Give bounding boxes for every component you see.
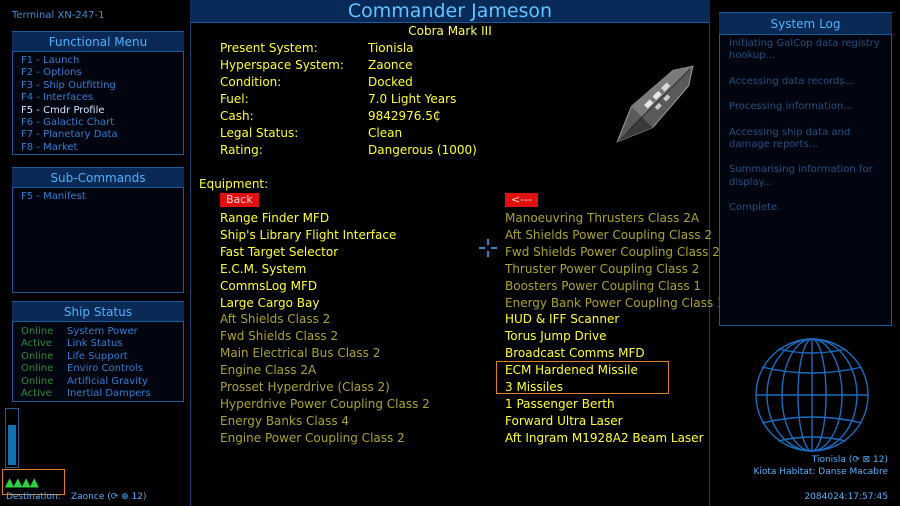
back-button[interactable]: Back (220, 193, 259, 207)
equipment-heading: Equipment: (199, 177, 269, 191)
destination-label: Destination: (6, 492, 61, 502)
status-state: Online (21, 363, 54, 375)
equipment-item: Torus Jump Drive (505, 329, 607, 344)
energy-gauge-fill (8, 425, 16, 465)
info-value: 9842976.5₵ (368, 109, 441, 123)
ship-status-title: Ship Status (12, 301, 184, 322)
status-state: Active (21, 388, 52, 400)
menu-item[interactable]: F1 - Launch (21, 55, 175, 67)
equipment-item: Energy Banks Class 4 (220, 413, 350, 428)
equipment-item: Engine Class 2A (220, 363, 317, 378)
system-log-title: System Log (719, 12, 892, 35)
status-row: Online Enviro Controls (21, 363, 175, 375)
status-name: System Power (67, 326, 138, 337)
equipment-item: Range Finder MFD (220, 211, 330, 225)
log-entry: Initiating GalCop data registry hookup..… (729, 38, 880, 62)
status-state: Online (21, 375, 54, 387)
globe-icon (755, 338, 869, 452)
equipment-item: E.C.M. System (220, 261, 307, 276)
equipment-item: Broadcast Comms MFD (505, 346, 645, 361)
missile-arrows-icon: ▲▲▲▲ (5, 475, 39, 489)
log-entry: Processing information... (729, 101, 853, 113)
info-value: Dangerous (1000) (368, 143, 477, 157)
crosshair-cursor-icon (479, 239, 497, 257)
page-title: Commander Jameson (190, 0, 710, 23)
log-entry: Accessing data records... (729, 75, 855, 87)
menu-item[interactable]: F7 - Planetary Data (21, 129, 175, 141)
functional-menu-title: Functional Menu (12, 31, 184, 52)
previous-page-button[interactable]: <--- (505, 193, 539, 207)
equipment-item: HUD & IFF Scanner (505, 312, 620, 327)
equipment-item: Fast Target Selector (220, 244, 339, 259)
menu-item[interactable]: F2 - Options (21, 67, 175, 79)
info-value: Clean (368, 126, 403, 140)
info-label: Cash: (220, 109, 254, 123)
status-row: Online Life Support (21, 351, 175, 363)
info-label: Present System: (220, 41, 318, 55)
equipment-item: Aft Shields Class 2 (220, 312, 331, 327)
menu-item[interactable]: F5 - Cmdr Profile (21, 105, 175, 117)
menu-item[interactable]: F8 - Market (21, 142, 175, 154)
ship-status: Online System Power Active Link Status Onlin… (12, 321, 184, 402)
info-label: Fuel: (220, 92, 249, 106)
ship-model-image (616, 65, 694, 143)
equipment-item: Aft Ingram M1928A2 Beam Laser (505, 430, 704, 445)
status-row: Active Inertial Dampers (21, 388, 175, 400)
status-row: Online Artificial Gravity (21, 376, 175, 388)
equipment-item: Large Cargo Bay (220, 295, 320, 310)
destination-value: Zaonce (⟳ ⊕ 12) (71, 492, 147, 502)
log-entry: Summarising information for display... (729, 164, 873, 188)
equipment-item: Engine Power Coupling Class 2 (220, 430, 405, 445)
location-system: Tionisla (⟳ ⊠ 12) (811, 455, 888, 465)
info-value: Docked (368, 75, 413, 89)
terminal-id: Terminal XN-247-1 (12, 10, 105, 21)
status-state: Online (21, 350, 54, 362)
status-row: Active Link Status (21, 338, 175, 350)
equipment-item: Energy Bank Power Coupling Class 1 (505, 295, 725, 310)
equipment-item: Ship's Library Flight Interface (220, 227, 397, 242)
equipment-item: Fwd Shields Class 2 (220, 329, 339, 344)
status-state: Online (21, 326, 54, 337)
status-state: Active (21, 338, 52, 350)
menu-item[interactable]: F3 - Ship Outfitting (21, 80, 175, 92)
status-name: Life Support (67, 350, 128, 362)
info-label: Condition: (220, 75, 282, 89)
sub-command-item[interactable]: F5 - Manifest (21, 191, 175, 203)
info-label: Hyperspace System: (220, 58, 344, 72)
status-name: Inertial Dampers (67, 388, 151, 400)
info-value: 7.0 Light Years (368, 92, 457, 106)
equipment-item: Main Electrical Bus Class 2 (220, 346, 381, 361)
equipment-item: 1 Passenger Berth (505, 396, 615, 411)
status-row: Online System Power (21, 326, 175, 338)
equipment-item: Fwd Shields Power Coupling Class 2 (505, 244, 720, 259)
functional-menu: F1 - Launch F2 - Options F3 - Ship Outfitt… (12, 51, 184, 155)
equipment-item: Hyperdrive Power Coupling Class 2 (220, 396, 430, 411)
equipment-item: Aft Shields Power Coupling Class 2 (505, 227, 713, 242)
location-habitat: Kiota Habitat: Danse Macabre (753, 467, 888, 477)
missile-selection-highlight (496, 361, 669, 394)
info-value: Tionisla (368, 41, 414, 55)
log-entry: Complete. (729, 202, 781, 214)
info-value: Zaonce (368, 58, 413, 72)
info-label: Rating: (220, 143, 263, 157)
system-log: Initiating GalCop data registry hookup..… (719, 34, 892, 326)
status-name: Link Status (67, 338, 123, 350)
energy-gauge (5, 408, 19, 468)
menu-item[interactable]: F4 - Interfaces (21, 92, 175, 104)
equipment-item: Prosset Hyperdrive (Class 2) (220, 380, 390, 394)
ship-name: Cobra Mark III (408, 24, 492, 38)
equipment-item: Boosters Power Coupling Class 1 (505, 278, 702, 293)
equipment-item: CommsLog MFD (220, 278, 318, 293)
info-label: Legal Status: (220, 126, 299, 140)
sub-commands-title: Sub-Commands (12, 167, 184, 188)
stardate: 2084024:17:57:45 (804, 492, 888, 502)
status-name: Artificial Gravity (67, 375, 148, 387)
log-entry: Accessing ship data and damage reports..… (729, 126, 851, 151)
status-name: Enviro Controls (67, 363, 143, 375)
equipment-item: Forward Ultra Laser (505, 413, 623, 428)
sub-commands: F5 - Manifest (12, 187, 184, 293)
equipment-item: Manoeuvring Thrusters Class 2A (505, 211, 700, 225)
menu-item[interactable]: F6 - Galactic Chart (21, 117, 175, 129)
equipment-item: Thruster Power Coupling Class 2 (505, 261, 700, 276)
